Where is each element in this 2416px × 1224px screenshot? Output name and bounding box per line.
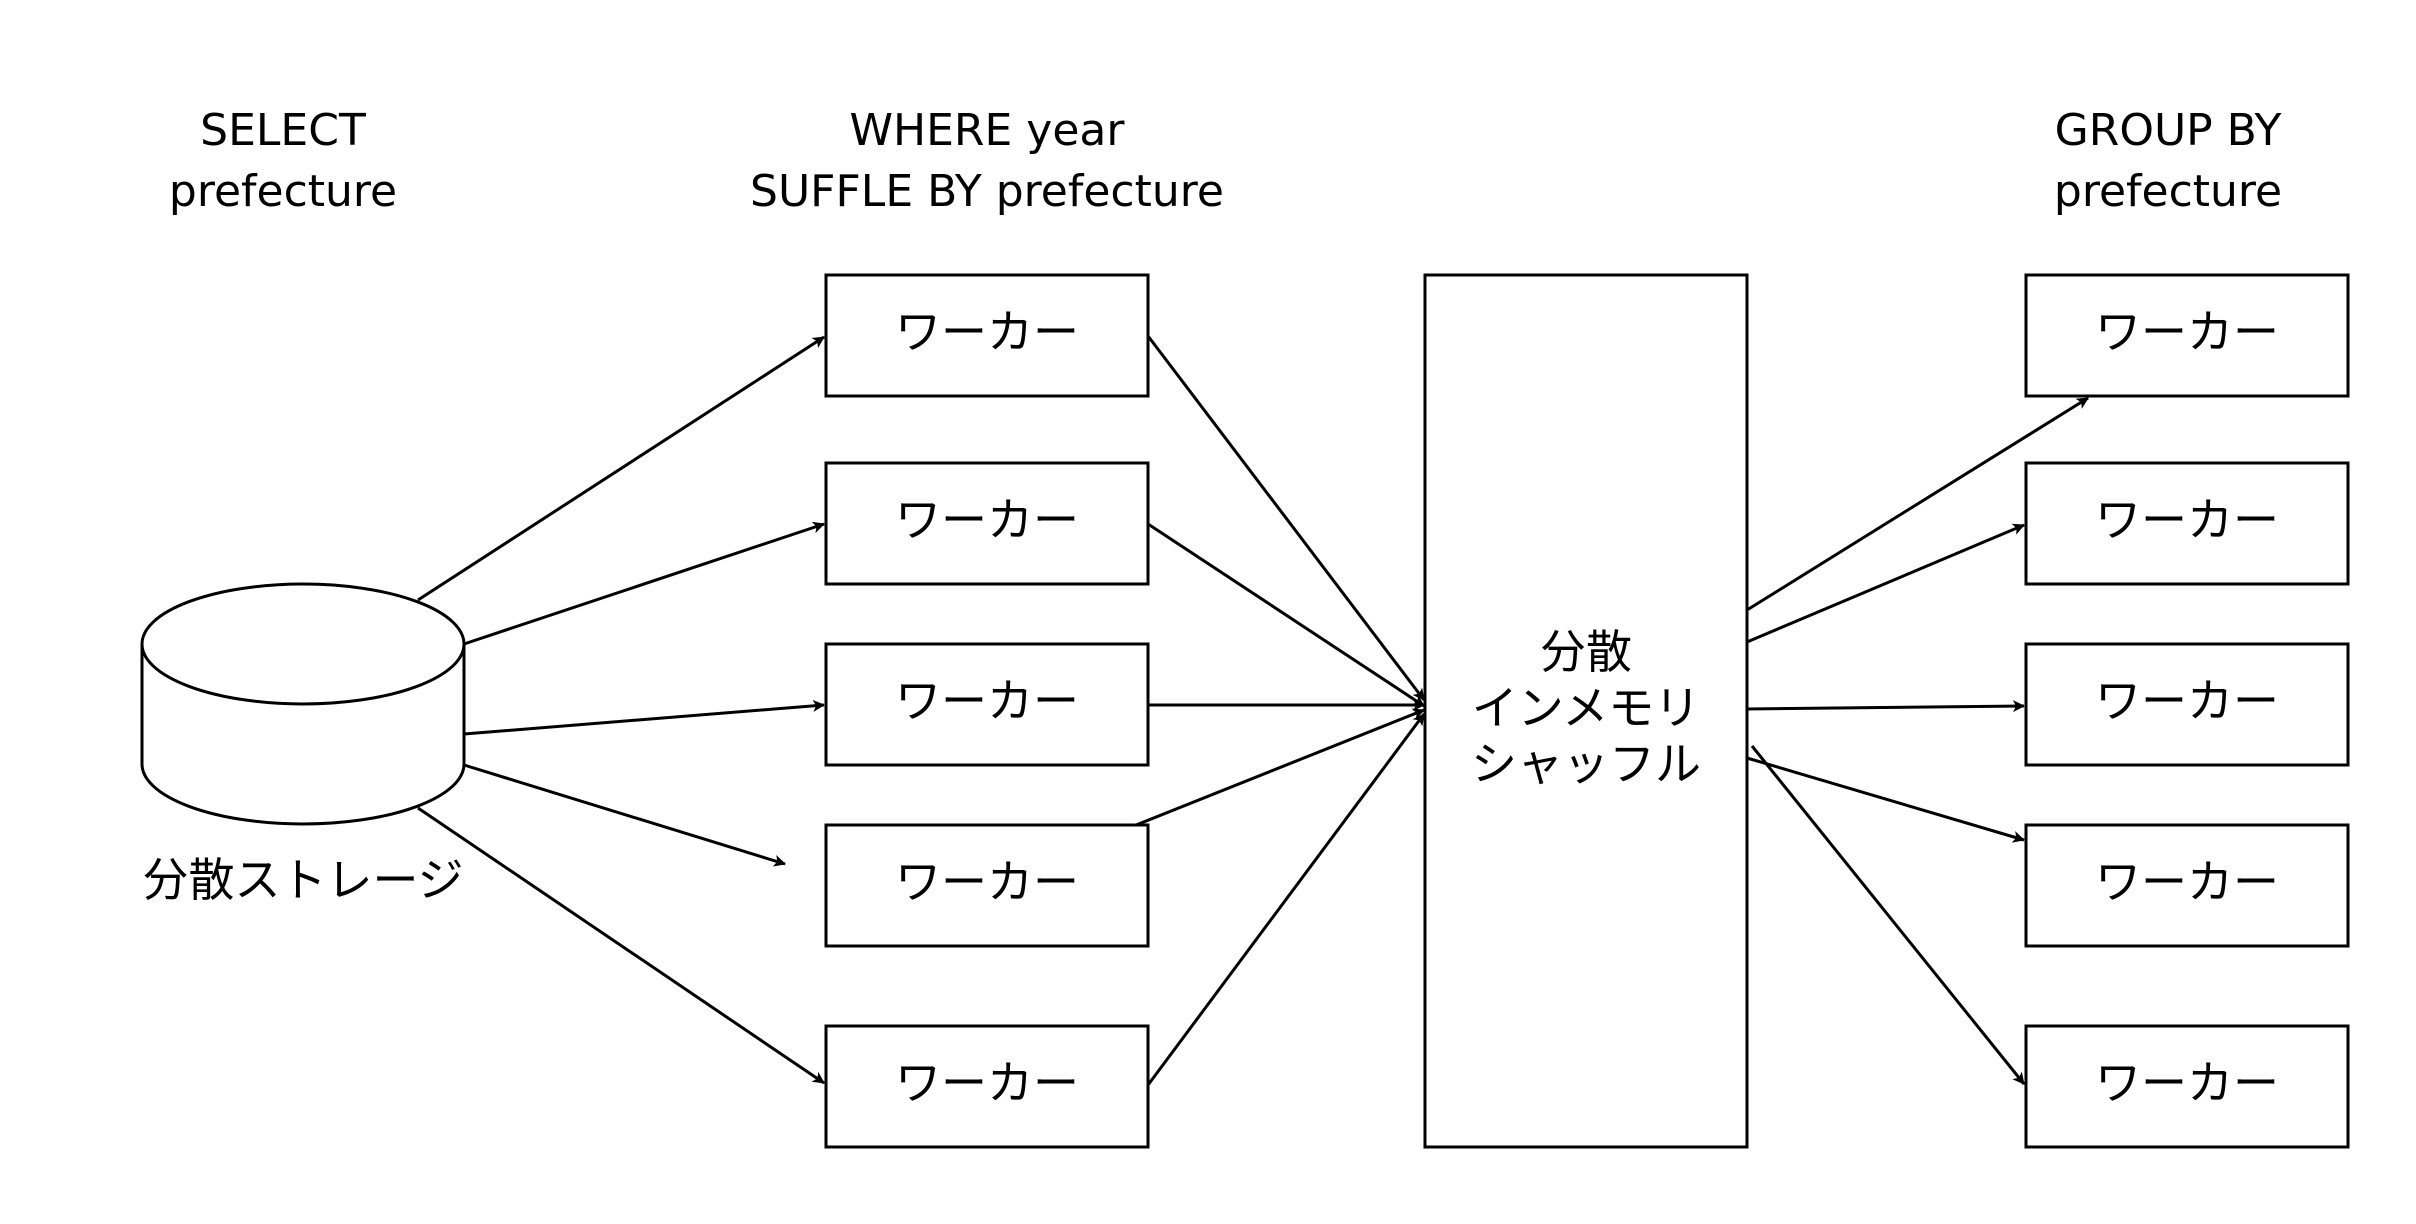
where-heading-line1: WHERE year bbox=[850, 105, 1126, 156]
worker-stage1-1: ワーカー bbox=[824, 273, 1150, 398]
select-heading-line2: prefecture bbox=[169, 166, 397, 217]
group-heading: GROUP BY prefecture bbox=[2054, 105, 2282, 217]
worker-stage2-2: ワーカー bbox=[2024, 461, 2350, 586]
worker-label: ワーカー bbox=[2095, 674, 2279, 728]
in-memory-shuffle: 分散 インメモリ シャッフル bbox=[1423, 273, 1749, 1149]
shuffle-out-arrow-5 bbox=[1750, 745, 2026, 1085]
worker-stage2-4: ワーカー bbox=[2024, 823, 2350, 948]
shuffle-in-arrow-2 bbox=[1147, 522, 1425, 708]
shuffle-label-line3: シャッフル bbox=[1471, 737, 1701, 791]
worker-stage1-4: ワーカー bbox=[824, 823, 1150, 948]
where-heading: WHERE year SUFFLE BY prefecture bbox=[750, 105, 1224, 217]
select-heading: SELECT prefecture bbox=[169, 105, 397, 217]
shuffle-label-line1: 分散 bbox=[1540, 625, 1632, 679]
select-heading-line1: SELECT bbox=[200, 105, 366, 156]
worker-stage2-1: ワーカー bbox=[2024, 273, 2350, 398]
group-heading-line1: GROUP BY bbox=[2055, 105, 2282, 156]
shuffle-out-arrow-3 bbox=[1746, 700, 2025, 713]
worker-label: ワーカー bbox=[895, 674, 1079, 728]
worker-label: ワーカー bbox=[895, 305, 1079, 359]
shuffle-in-arrow-1 bbox=[1146, 335, 1426, 701]
shuffle-out-arrow-4 bbox=[1746, 756, 2025, 843]
shuffle-in-arrow-4 bbox=[1135, 708, 1425, 827]
storage-arrow-1 bbox=[417, 335, 825, 602]
worker-to-shuffle-arrows bbox=[1135, 335, 1426, 1086]
storage-to-worker-arrows bbox=[417, 335, 825, 1085]
worker-label: ワーカー bbox=[2095, 305, 2279, 359]
shuffle-label-line2: インメモリ bbox=[1472, 681, 1701, 735]
worker-label: ワーカー bbox=[2095, 855, 2279, 909]
worker-stage1-2: ワーカー bbox=[824, 461, 1150, 586]
worker-label: ワーカー bbox=[895, 493, 1079, 547]
shuffle-in-arrow-5 bbox=[1146, 713, 1426, 1086]
storage-arrow-2 bbox=[463, 521, 825, 646]
storage-arrow-5 bbox=[417, 806, 825, 1085]
worker-label: ワーカー bbox=[2095, 493, 2279, 547]
worker-label: ワーカー bbox=[895, 855, 1079, 909]
worker-stage1-5: ワーカー bbox=[824, 1024, 1150, 1149]
group-heading-line2: prefecture bbox=[2054, 166, 2282, 217]
storage-arrow-4 bbox=[463, 763, 786, 867]
worker-stage2-5: ワーカー bbox=[2024, 1024, 2350, 1149]
distributed-storage: 分散ストレージ bbox=[140, 582, 466, 907]
query-flow-diagram: SELECT prefecture WHERE year SUFFLE BY p… bbox=[140, 105, 2350, 1149]
worker-stage2-3: ワーカー bbox=[2024, 642, 2350, 767]
worker-label: ワーカー bbox=[895, 1056, 1079, 1110]
storage-label: 分散ストレージ bbox=[142, 853, 463, 907]
where-heading-line2: SUFFLE BY prefecture bbox=[750, 166, 1224, 217]
worker-label: ワーカー bbox=[2095, 1056, 2279, 1110]
storage-arrow-3 bbox=[463, 699, 825, 736]
worker-column-stage1: ワーカー ワーカー ワーカー ワーカー ワーカー bbox=[824, 273, 1150, 1149]
worker-stage1-3: ワーカー bbox=[824, 642, 1150, 767]
storage-cylinder-top bbox=[140, 582, 466, 706]
